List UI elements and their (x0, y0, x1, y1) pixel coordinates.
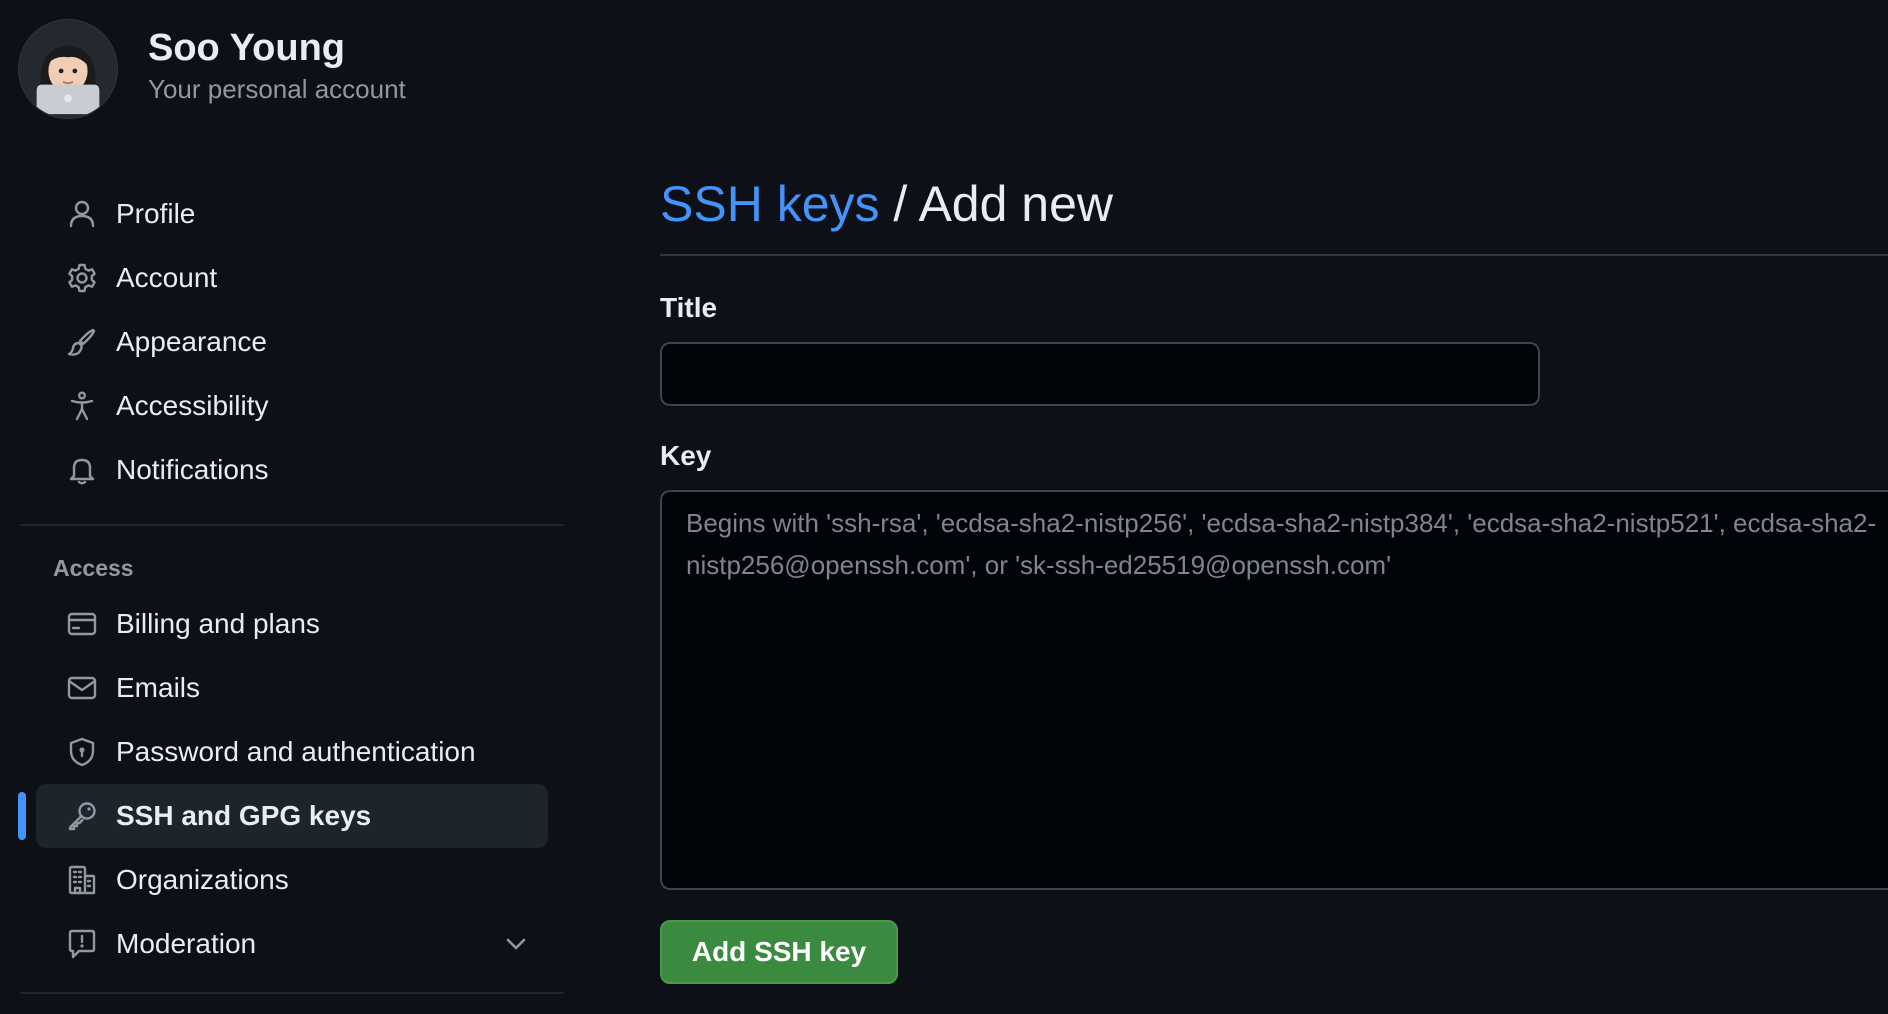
sidebar-item-label: Organizations (116, 864, 289, 896)
bell-icon (66, 454, 98, 486)
key-textarea[interactable] (660, 490, 1888, 890)
sidebar-item-emails[interactable]: Emails (36, 656, 548, 720)
sidebar-divider (20, 524, 564, 526)
title-field-label: Title (660, 292, 717, 324)
sidebar-item-label: Appearance (116, 326, 267, 358)
section-heading-access: Access (20, 546, 564, 590)
account-name: Soo Young (148, 26, 406, 70)
sidebar-item-label: Billing and plans (116, 608, 320, 640)
credit-card-icon (66, 608, 98, 640)
sidebar-item-label: Moderation (116, 928, 256, 960)
sidebar-item-label: Accessibility (116, 390, 268, 422)
sidebar-item-moderation[interactable]: Moderation (36, 912, 548, 976)
avatar[interactable] (18, 19, 118, 119)
report-icon (66, 928, 98, 960)
paintbrush-icon (66, 326, 98, 358)
sidebar-item-label: Profile (116, 198, 195, 230)
account-subtitle: Your personal account (148, 72, 406, 106)
sidebar-item-label: Account (116, 262, 217, 294)
add-ssh-key-button[interactable]: Add SSH key (660, 920, 898, 984)
mail-icon (66, 672, 98, 704)
memoji-avatar-icon (19, 20, 117, 118)
sidebar-item-appearance[interactable]: Appearance (36, 310, 548, 374)
sidebar-item-notifications[interactable]: Notifications (36, 438, 548, 502)
sidebar-divider (20, 992, 564, 994)
active-indicator (18, 792, 26, 840)
sidebar-item-label: SSH and GPG keys (116, 800, 371, 832)
sidebar-item-label: Password and authentication (116, 736, 476, 768)
breadcrumb-separator: / (880, 176, 919, 232)
main-content: SSH keys / Add new Title Key Add SSH key (660, 0, 1888, 1010)
breadcrumb-current: Add new (918, 176, 1113, 232)
sidebar-item-billing[interactable]: Billing and plans (36, 592, 548, 656)
sidebar-item-profile[interactable]: Profile (36, 182, 548, 246)
page-title: SSH keys / Add new (660, 174, 1113, 234)
sidebar-item-accessibility[interactable]: Accessibility (36, 374, 548, 438)
accessibility-icon (66, 390, 98, 422)
sidebar-item-organizations[interactable]: Organizations (36, 848, 548, 912)
person-icon (66, 198, 98, 230)
settings-sidebar: Profile Account Appearance Accessibility… (20, 182, 564, 1014)
organization-icon (66, 864, 98, 896)
sidebar-item-ssh-gpg-keys[interactable]: SSH and GPG keys (36, 784, 548, 848)
breadcrumb-ssh-keys-link[interactable]: SSH keys (660, 176, 880, 232)
sidebar-item-password[interactable]: Password and authentication (36, 720, 548, 784)
sidebar-item-label: Notifications (116, 454, 269, 486)
title-input[interactable] (660, 342, 1540, 406)
account-header: Soo Young Your personal account (18, 19, 406, 119)
chevron-down-icon[interactable] (502, 930, 530, 958)
gear-icon (66, 262, 98, 294)
sidebar-item-label: Emails (116, 672, 200, 704)
title-divider (660, 254, 1888, 256)
shield-icon (66, 736, 98, 768)
sidebar-item-account[interactable]: Account (36, 246, 548, 310)
key-field-label: Key (660, 440, 711, 472)
key-icon (66, 800, 98, 832)
